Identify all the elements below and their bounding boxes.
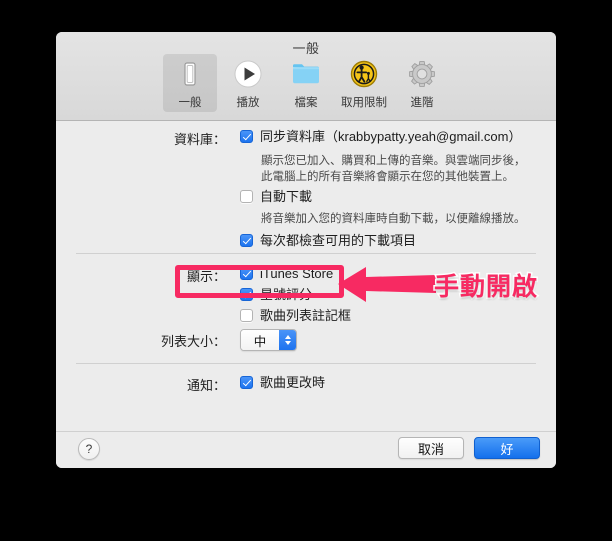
star-rating-label: 星號評分 xyxy=(260,287,313,302)
auto-download-checkbox[interactable] xyxy=(240,190,253,203)
ok-button[interactable]: 好 xyxy=(474,437,540,459)
preferences-toolbar: 一般 一般 播放 檔案 取用限制 進階 xyxy=(56,32,556,121)
device-icon xyxy=(173,57,207,91)
list-size-value: 中 xyxy=(241,330,279,350)
sync-library-description: 顯示您已加入、購買和上傳的音樂。與雲端同步後， 此電腦上的所有音樂將會顯示在您的… xyxy=(261,153,526,185)
sync-desc-line-1: 顯示您已加入、購買和上傳的音樂。與雲端同步後， xyxy=(261,155,526,167)
itunes-store-checkbox[interactable] xyxy=(240,267,253,280)
gear-icon xyxy=(405,57,439,91)
song-list-checkbox[interactable] xyxy=(240,309,253,322)
separator-before-notification xyxy=(76,363,536,364)
dialog-footer: ? 取消 好 xyxy=(56,431,556,468)
auto-download-description: 將音樂加入您的資料庫時自動下載，以便離線播放。 xyxy=(261,213,526,225)
cancel-button[interactable]: 取消 xyxy=(398,437,464,459)
notification-label: 通知： xyxy=(186,378,226,393)
itunes-store-label: iTunes Store xyxy=(260,266,334,281)
tab-advanced-label: 進階 xyxy=(410,97,434,109)
song-changed-label: 歌曲更改時 xyxy=(260,375,326,390)
preferences-content: 資料庫： 同步資料庫（krabbypatty.yeah@gmail.com） 顯… xyxy=(56,121,556,431)
song-changed-checkbox[interactable] xyxy=(240,376,253,389)
tab-restrictions-label: 取用限制 xyxy=(341,97,387,109)
tab-advanced[interactable]: 進階 xyxy=(395,54,449,112)
row-notification: 通知： 歌曲更改時 xyxy=(56,375,536,394)
tab-files-label: 檔案 xyxy=(294,97,318,109)
display-label: 顯示： xyxy=(186,269,226,284)
chevron-up-icon xyxy=(284,335,291,339)
tab-playback[interactable]: 播放 xyxy=(221,54,275,112)
song-list-checkbox-label: 歌曲列表註記框 xyxy=(260,308,352,323)
tab-files[interactable]: 檔案 xyxy=(279,54,333,112)
list-size-stepper[interactable]: 中 xyxy=(240,329,297,351)
sync-desc-line-2: 此電腦上的所有音樂將會顯示在您的其他裝置上。 xyxy=(261,171,514,183)
tab-general[interactable]: 一般 xyxy=(163,54,217,112)
check-downloads-checkbox[interactable] xyxy=(240,234,253,247)
row-list-size: 列表大小： 中 xyxy=(56,329,536,351)
tab-playback-label: 播放 xyxy=(236,97,260,109)
tab-restrictions[interactable]: 取用限制 xyxy=(337,54,391,112)
row-check-downloads: 每次都檢查可用的下載項目 xyxy=(240,233,416,248)
row-auto-download: 自動下載 xyxy=(240,189,312,204)
row-star-rating: 星號評分 xyxy=(240,287,312,302)
parental-controls-icon xyxy=(347,57,381,91)
play-icon xyxy=(231,57,265,91)
preferences-window: 一般 一般 播放 檔案 取用限制 進階 資料庫： 同步資料庫（krabbypat… xyxy=(56,32,556,468)
star-rating-checkbox[interactable] xyxy=(240,288,253,301)
folder-icon xyxy=(289,57,323,91)
auto-download-label: 自動下載 xyxy=(260,189,313,204)
row-display-itunes-store: 顯示： iTunes Store xyxy=(56,266,536,285)
row-library-sync: 資料庫： 同步資料庫（krabbypatty.yeah@gmail.com） xyxy=(56,129,536,148)
separator-after-library xyxy=(76,253,536,254)
help-button[interactable]: ? xyxy=(78,438,100,460)
sync-library-checkbox[interactable] xyxy=(240,130,253,143)
toolbar-tabs: 一般 播放 檔案 取用限制 進階 xyxy=(56,54,556,112)
sync-library-label: 同步資料庫（krabbypatty.yeah@gmail.com） xyxy=(260,129,522,144)
row-song-list-checkbox: 歌曲列表註記框 xyxy=(240,308,351,323)
list-size-label: 列表大小： xyxy=(160,333,226,349)
screenshot-stage: 一般 一般 播放 檔案 取用限制 進階 資料庫： 同步資料庫（krabbypat… xyxy=(0,0,612,541)
chevron-down-icon xyxy=(284,341,291,345)
stepper-arrows[interactable] xyxy=(279,330,296,350)
tab-general-label: 一般 xyxy=(178,97,202,109)
library-label: 資料庫： xyxy=(173,132,226,147)
check-downloads-label: 每次都檢查可用的下載項目 xyxy=(260,233,417,248)
